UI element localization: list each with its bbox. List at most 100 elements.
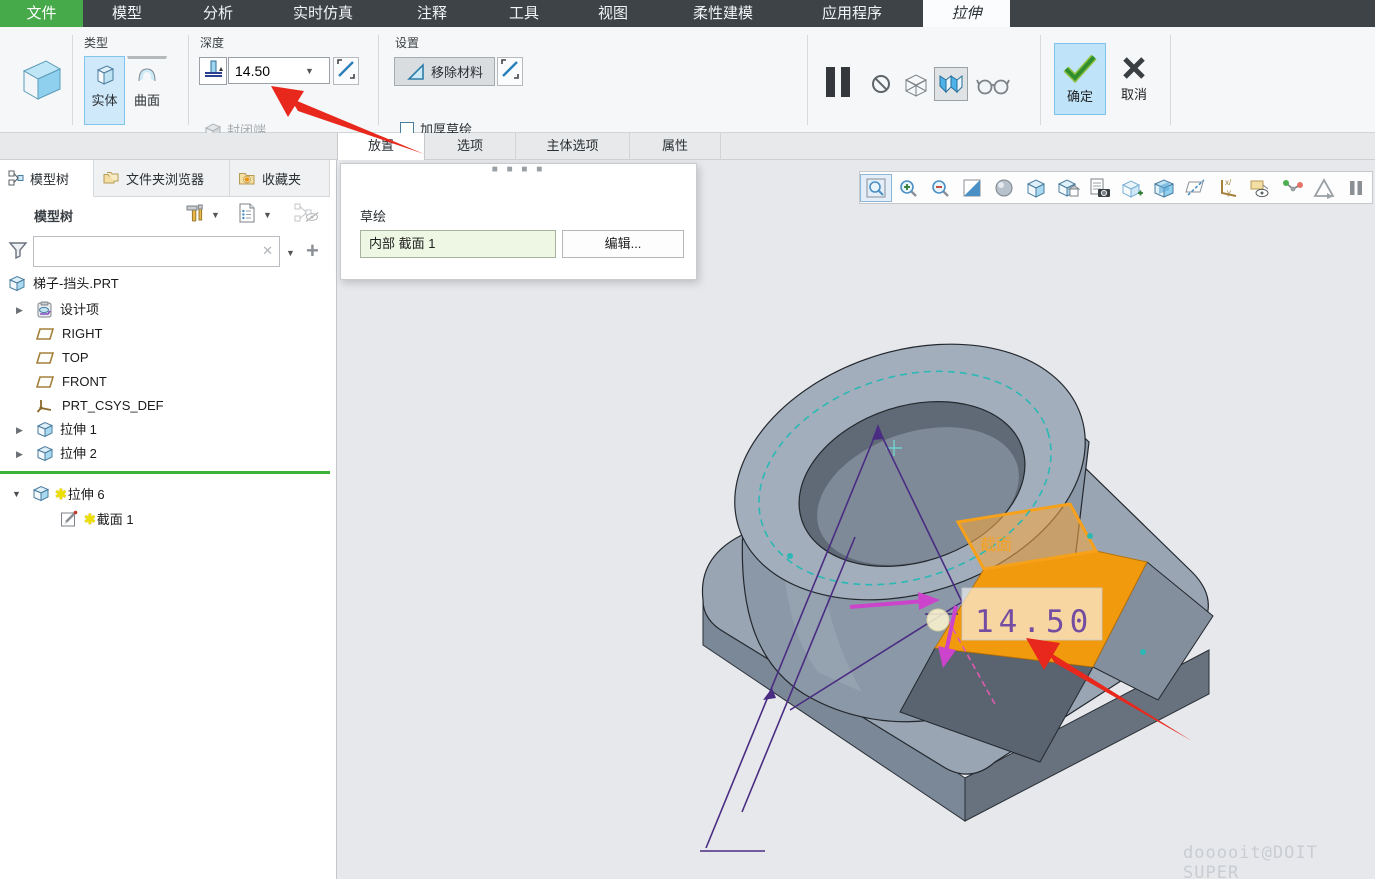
zoom-out-button[interactable]: [924, 174, 956, 202]
menu-analysis[interactable]: 分析: [176, 0, 260, 27]
menu-tools[interactable]: 工具: [482, 0, 566, 27]
sketch-reference-field[interactable]: 内部 截面 1: [360, 230, 556, 258]
cancel-button[interactable]: 取消: [1108, 43, 1160, 115]
tab-body-options[interactable]: 主体选项: [516, 133, 630, 160]
verify-button[interactable]: [976, 75, 1012, 100]
expand-icon[interactable]: ▶: [16, 298, 23, 322]
dashboard-tab-row: 放置 选项 主体选项 属性: [0, 133, 1375, 160]
flip-material-side-button[interactable]: [497, 57, 523, 86]
no-preview-button[interactable]: [870, 73, 892, 100]
pause-button[interactable]: [823, 63, 853, 106]
menu-bar: 文件 模型 分析 实时仿真 注释 工具 视图 柔性建模 应用程序 拉伸: [0, 0, 1375, 27]
shading-button[interactable]: [988, 174, 1020, 202]
zoom-in-button[interactable]: [892, 174, 924, 202]
flip-arrows-icon: [337, 59, 355, 79]
pause-display-button[interactable]: [1340, 174, 1372, 202]
tab-properties[interactable]: 属性: [630, 133, 721, 160]
depth-option-button[interactable]: [199, 57, 227, 85]
filter-dropdown-icon[interactable]: ▼: [286, 248, 295, 258]
depth-value-input[interactable]: [229, 62, 305, 79]
favorites-icon: [239, 173, 255, 185]
part-icon: [8, 275, 26, 300]
tree-filter-input[interactable]: [38, 240, 253, 263]
attached-preview-button[interactable]: [934, 67, 968, 101]
watermark-text: dooooit@DOIT SUPER: [1183, 843, 1318, 879]
annotation-display-button[interactable]: [1244, 174, 1276, 202]
tree-tools-dropdown-icon[interactable]: ▼: [211, 210, 220, 220]
section-view-button[interactable]: [1148, 174, 1180, 202]
tab-placement[interactable]: 放置: [337, 133, 425, 160]
refit-button[interactable]: [860, 173, 892, 202]
depth-dimension-text[interactable]: 14.50: [975, 604, 1093, 640]
expand-icon[interactable]: ▶: [16, 442, 23, 466]
collapse-icon[interactable]: ▼: [12, 482, 21, 506]
tree-item-design-items[interactable]: ▶ 设计项: [0, 298, 330, 322]
settings-group-label: 设置: [395, 36, 420, 50]
tree-item-extrude-2[interactable]: ▶ 拉伸 2: [0, 442, 330, 466]
tree-hide-icon: [294, 203, 319, 223]
remove-material-label: 移除材料: [430, 65, 483, 80]
tree-item-label: PRT_CSYS_DEF: [62, 398, 164, 413]
filter-add-icon[interactable]: +: [306, 238, 319, 264]
surface-button[interactable]: 曲面: [127, 56, 167, 125]
saved-orientations-button[interactable]: [1052, 174, 1084, 202]
tree-item-sketch-1[interactable]: ✱截面 1: [0, 507, 330, 531]
menu-view[interactable]: 视图: [571, 0, 655, 27]
drag-handle[interactable]: [926, 608, 950, 632]
unattached-preview-button[interactable]: [901, 71, 931, 104]
tree-item-csys[interactable]: PRT_CSYS_DEF: [0, 394, 330, 418]
tree-item-label: 梯子-挡头.PRT: [33, 276, 119, 291]
remove-material-button[interactable]: 移除材料: [394, 57, 495, 86]
placement-slide-panel: ■ ■ ■ ■ 草绘 内部 截面 1 编辑...: [340, 163, 697, 280]
tree-item-extrude-6[interactable]: ▼ ✱拉伸 6: [0, 482, 330, 506]
model-tree-header: 模型树: [34, 209, 74, 224]
tree-settings-button[interactable]: [237, 202, 257, 229]
tree-item-part[interactable]: 梯子-挡头.PRT: [0, 272, 330, 296]
glasses-icon: [976, 79, 1010, 95]
depth-dropdown-icon[interactable]: ▼: [305, 66, 314, 76]
display-style-button[interactable]: [1020, 174, 1052, 202]
tree-settings-dropdown-icon[interactable]: ▼: [263, 210, 272, 220]
menu-extrude-feature-tab[interactable]: 拉伸: [923, 0, 1010, 27]
depth-value-field[interactable]: ▼: [228, 57, 330, 84]
ok-button[interactable]: 确定: [1054, 43, 1106, 115]
menu-applications[interactable]: 应用程序: [795, 0, 909, 27]
tree-tools-button[interactable]: [183, 202, 205, 229]
filter-clear-icon[interactable]: ✕: [262, 243, 273, 259]
tree-filter-field[interactable]: ✕: [33, 236, 280, 267]
tree-item-right-plane[interactable]: RIGHT: [0, 322, 330, 346]
tab-folder-browser[interactable]: 文件夹浏览器: [94, 160, 230, 197]
flip-depth-direction-button[interactable]: [333, 57, 359, 85]
repaint-button[interactable]: [956, 174, 988, 202]
flip-arrows-icon: [501, 59, 519, 79]
menu-annotate[interactable]: 注释: [390, 0, 474, 27]
surface-icon: [135, 63, 159, 90]
filter-funnel-icon[interactable]: [8, 240, 28, 265]
new-feature-marker-icon: ✱: [55, 486, 67, 502]
tab-model-tree[interactable]: 模型树: [0, 160, 94, 197]
expand-icon[interactable]: ▶: [16, 418, 23, 442]
tree-item-label: 拉伸 1: [60, 422, 97, 437]
spin-center-button[interactable]: [1276, 174, 1308, 202]
tab-options[interactable]: 选项: [425, 133, 516, 160]
solid-icon: [93, 63, 117, 90]
tab-favorites[interactable]: 收藏夹: [230, 160, 330, 197]
tree-item-top-plane[interactable]: TOP: [0, 346, 330, 370]
tree-item-label: FRONT: [62, 374, 107, 389]
panel-drag-handle[interactable]: ■ ■ ■ ■: [341, 164, 696, 175]
perspective-button[interactable]: [1116, 174, 1148, 202]
tree-item-front-plane[interactable]: FRONT: [0, 370, 330, 394]
menu-flexible-modeling[interactable]: 柔性建模: [666, 0, 780, 27]
plane-display-button[interactable]: [1180, 174, 1212, 202]
tree-item-extrude-1[interactable]: ▶ 拉伸 1: [0, 418, 330, 442]
view-manager-button[interactable]: [1084, 174, 1116, 202]
insert-here-indicator[interactable]: [0, 471, 330, 474]
menu-live-simulation[interactable]: 实时仿真: [266, 0, 380, 27]
axis-display-button[interactable]: x/y: [1212, 174, 1244, 202]
menu-file[interactable]: 文件: [0, 0, 83, 27]
sketch-edit-button[interactable]: 编辑...: [562, 230, 684, 258]
solid-button[interactable]: 实体: [84, 56, 125, 125]
folder-browser-icon: [103, 172, 119, 184]
menu-model[interactable]: 模型: [85, 0, 169, 27]
simulate-display-button[interactable]: [1308, 174, 1340, 202]
